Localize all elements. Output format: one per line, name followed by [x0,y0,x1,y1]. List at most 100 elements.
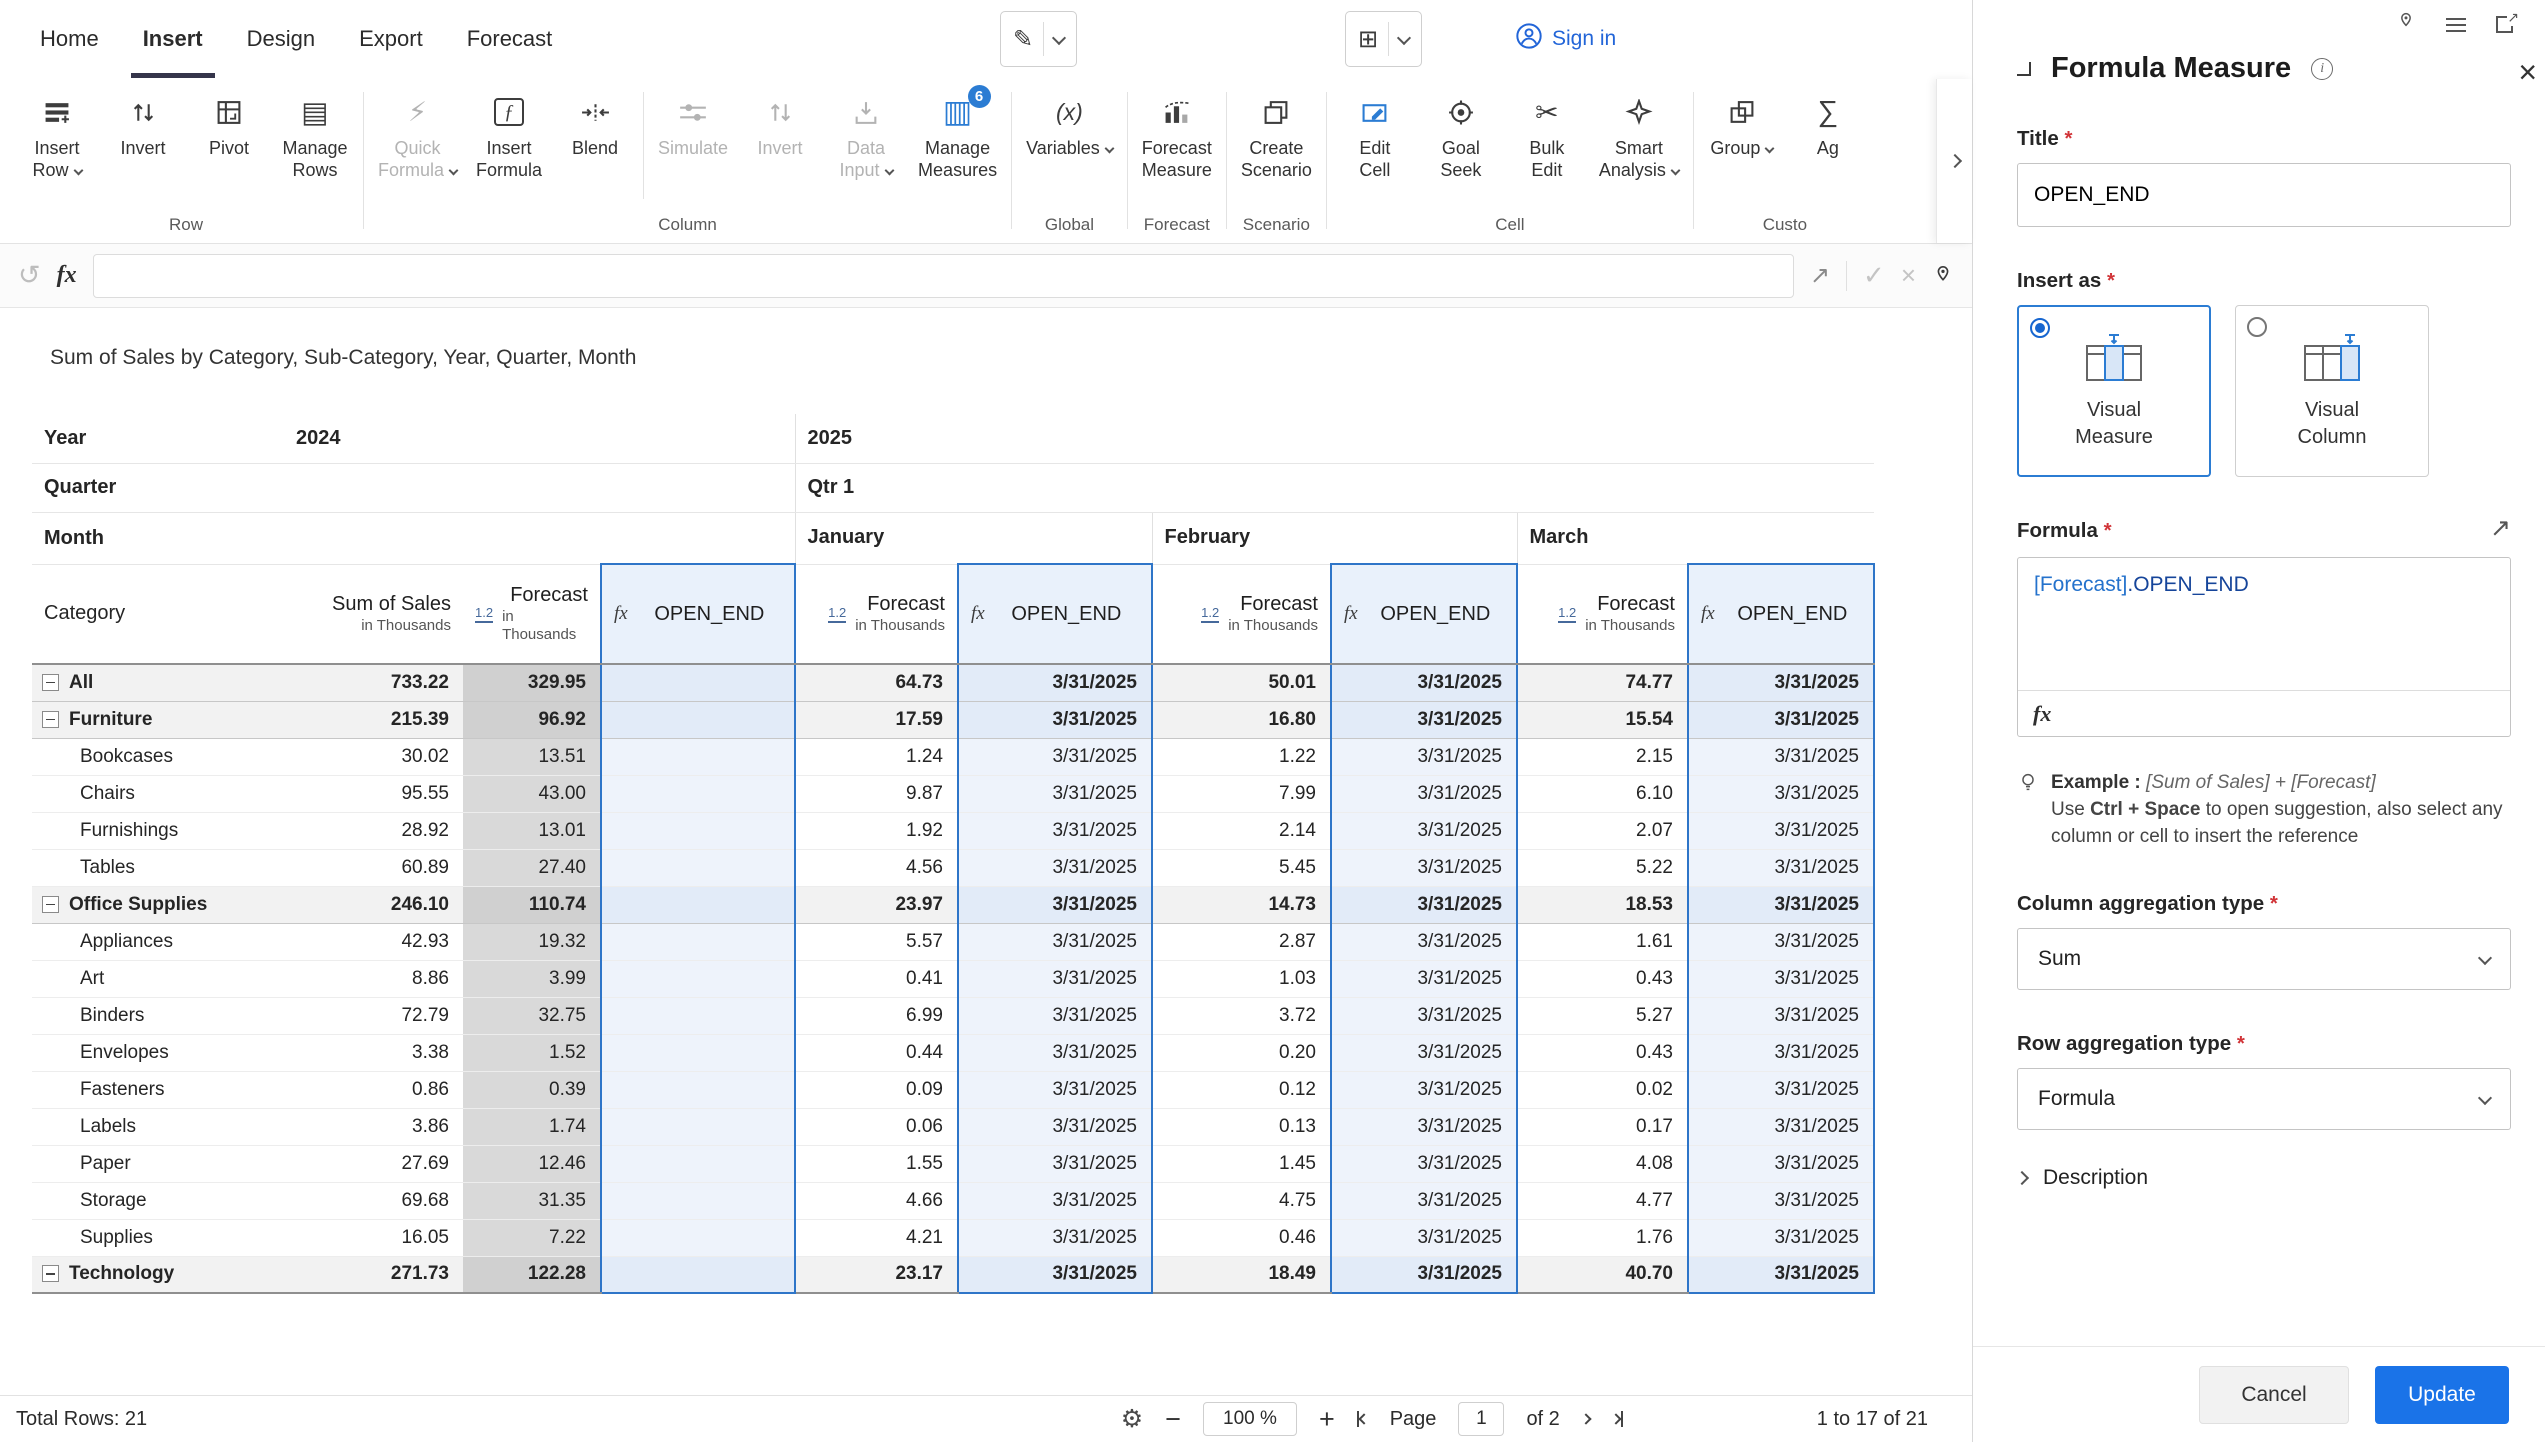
cell[interactable] [601,1145,795,1182]
edit-mode-button[interactable]: ✎ [1000,11,1077,67]
cell[interactable]: 3/31/2025 [958,923,1152,960]
column-header[interactable]: fxOPEN_END [958,564,1152,664]
cell[interactable]: 3/31/2025 [1331,1256,1517,1293]
cell[interactable]: 17.59 [795,701,958,738]
cell[interactable]: 69.68 [284,1182,463,1219]
smart-analysis-button[interactable]: SmartAnalysis [1590,82,1688,181]
zoom-out-button[interactable]: − [1165,1404,1181,1435]
tab-insert[interactable]: Insert [131,0,215,78]
cell[interactable]: 2.87 [1152,923,1331,960]
cell[interactable]: 0.02 [1517,1071,1688,1108]
sign-in-button[interactable]: Sign in [1505,14,1626,64]
row-label[interactable]: Furnishings [32,812,284,849]
cell[interactable]: 3/31/2025 [958,960,1152,997]
forecast-measure-button[interactable]: ForecastMeasure [1133,82,1221,181]
tab-forecast[interactable]: Forecast [455,0,565,78]
cell[interactable]: 3/31/2025 [1688,775,1874,812]
cell[interactable]: 3/31/2025 [1331,738,1517,775]
cell[interactable]: 5.45 [1152,849,1331,886]
undo-icon[interactable]: ↺ [18,260,41,291]
cell[interactable]: 3/31/2025 [958,812,1152,849]
quick-formula-button[interactable]: ⚡QuickFormula [369,82,466,181]
cell[interactable]: 3/31/2025 [1688,664,1874,701]
cell[interactable]: 3/31/2025 [958,738,1152,775]
cell[interactable]: 3/31/2025 [958,997,1152,1034]
cell[interactable] [601,849,795,886]
cell[interactable]: 1.52 [463,1034,601,1071]
cell[interactable]: 23.97 [795,886,958,923]
cell[interactable]: 2.14 [1152,812,1331,849]
simulate-button[interactable]: Simulate [649,82,737,159]
cell[interactable]: 0.12 [1152,1071,1331,1108]
manage-measures-button[interactable]: ▥6ManageMeasures [909,82,1006,181]
settings-gear-icon[interactable]: ⚙ [1121,1404,1143,1434]
cell[interactable] [601,1182,795,1219]
cell[interactable]: 3/31/2025 [1331,1071,1517,1108]
cell[interactable]: 3/31/2025 [1688,701,1874,738]
close-icon[interactable]: × [2518,56,2537,88]
cell[interactable]: 3/31/2025 [1331,775,1517,812]
cell[interactable]: 13.01 [463,812,601,849]
cell[interactable]: 3/31/2025 [1688,738,1874,775]
cell[interactable]: 3/31/2025 [958,1182,1152,1219]
cell[interactable] [601,738,795,775]
row-label[interactable]: Fasteners [32,1071,284,1108]
info-icon[interactable]: i [2311,58,2333,80]
cell[interactable]: 23.17 [795,1256,958,1293]
row-label[interactable]: Labels [32,1108,284,1145]
row-label[interactable]: Envelopes [32,1034,284,1071]
cell[interactable]: 9.87 [795,775,958,812]
variables-button[interactable]: (x)Variables [1017,82,1122,159]
invert-button[interactable]: Invert [100,82,186,159]
cell[interactable] [601,664,795,701]
menu-icon[interactable] [2446,18,2466,32]
cell[interactable]: 50.01 [1152,664,1331,701]
cell[interactable]: 3/31/2025 [958,1071,1152,1108]
cell[interactable]: 7.22 [463,1219,601,1256]
expand-icon[interactable]: ↗ [1810,261,1830,290]
cell[interactable]: 0.39 [463,1071,601,1108]
cell[interactable]: 3/31/2025 [1331,960,1517,997]
pin-icon[interactable] [2396,12,2416,37]
category-header[interactable]: Category [32,564,284,664]
row-header-label[interactable]: Quarter [32,463,284,512]
cell[interactable]: 0.20 [1152,1034,1331,1071]
cell[interactable] [601,923,795,960]
zoom-level-input[interactable]: 100 % [1203,1402,1297,1436]
cell[interactable]: 3/31/2025 [1688,923,1874,960]
cell[interactable]: 40.70 [1517,1256,1688,1293]
page-number-input[interactable]: 1 [1458,1402,1504,1436]
cell[interactable]: 3.38 [284,1034,463,1071]
cell[interactable]: 0.06 [795,1108,958,1145]
cell[interactable] [601,1108,795,1145]
cell[interactable]: 3/31/2025 [958,1256,1152,1293]
cell[interactable]: 27.40 [463,849,601,886]
cell[interactable]: 246.10 [284,886,463,923]
cell[interactable]: 3/31/2025 [958,1219,1152,1256]
cell[interactable]: 3/31/2025 [1331,886,1517,923]
cell[interactable]: 3/31/2025 [1688,960,1874,997]
header-group-cell[interactable] [284,463,795,512]
cell[interactable]: 3/31/2025 [958,1145,1152,1182]
cell[interactable]: 3/31/2025 [1331,1034,1517,1071]
insert-as-visual-measure[interactable]: Visual Measure [2017,305,2211,477]
invert-button[interactable]: Invert [737,82,823,159]
cell[interactable]: 0.43 [1517,1034,1688,1071]
cell[interactable]: 3/31/2025 [958,775,1152,812]
cell[interactable]: 6.99 [795,997,958,1034]
cell[interactable]: 12.46 [463,1145,601,1182]
cell[interactable]: 3/31/2025 [1331,1145,1517,1182]
collapse-toggle-icon[interactable] [42,1265,59,1282]
cell[interactable]: 72.79 [284,997,463,1034]
row-label[interactable]: Office Supplies [32,886,284,923]
column-header[interactable]: 1.2Forecastin Thousands [463,564,601,664]
header-group-cell[interactable]: March [1517,512,1874,564]
cell[interactable]: 60.89 [284,849,463,886]
row-label[interactable]: Paper [32,1145,284,1182]
tab-home[interactable]: Home [28,0,111,78]
zoom-in-button[interactable]: + [1319,1404,1335,1435]
cell[interactable]: 15.54 [1517,701,1688,738]
row-label[interactable]: Furniture [32,701,284,738]
cell[interactable]: 5.22 [1517,849,1688,886]
header-group-cell[interactable]: 2024 [284,414,795,463]
